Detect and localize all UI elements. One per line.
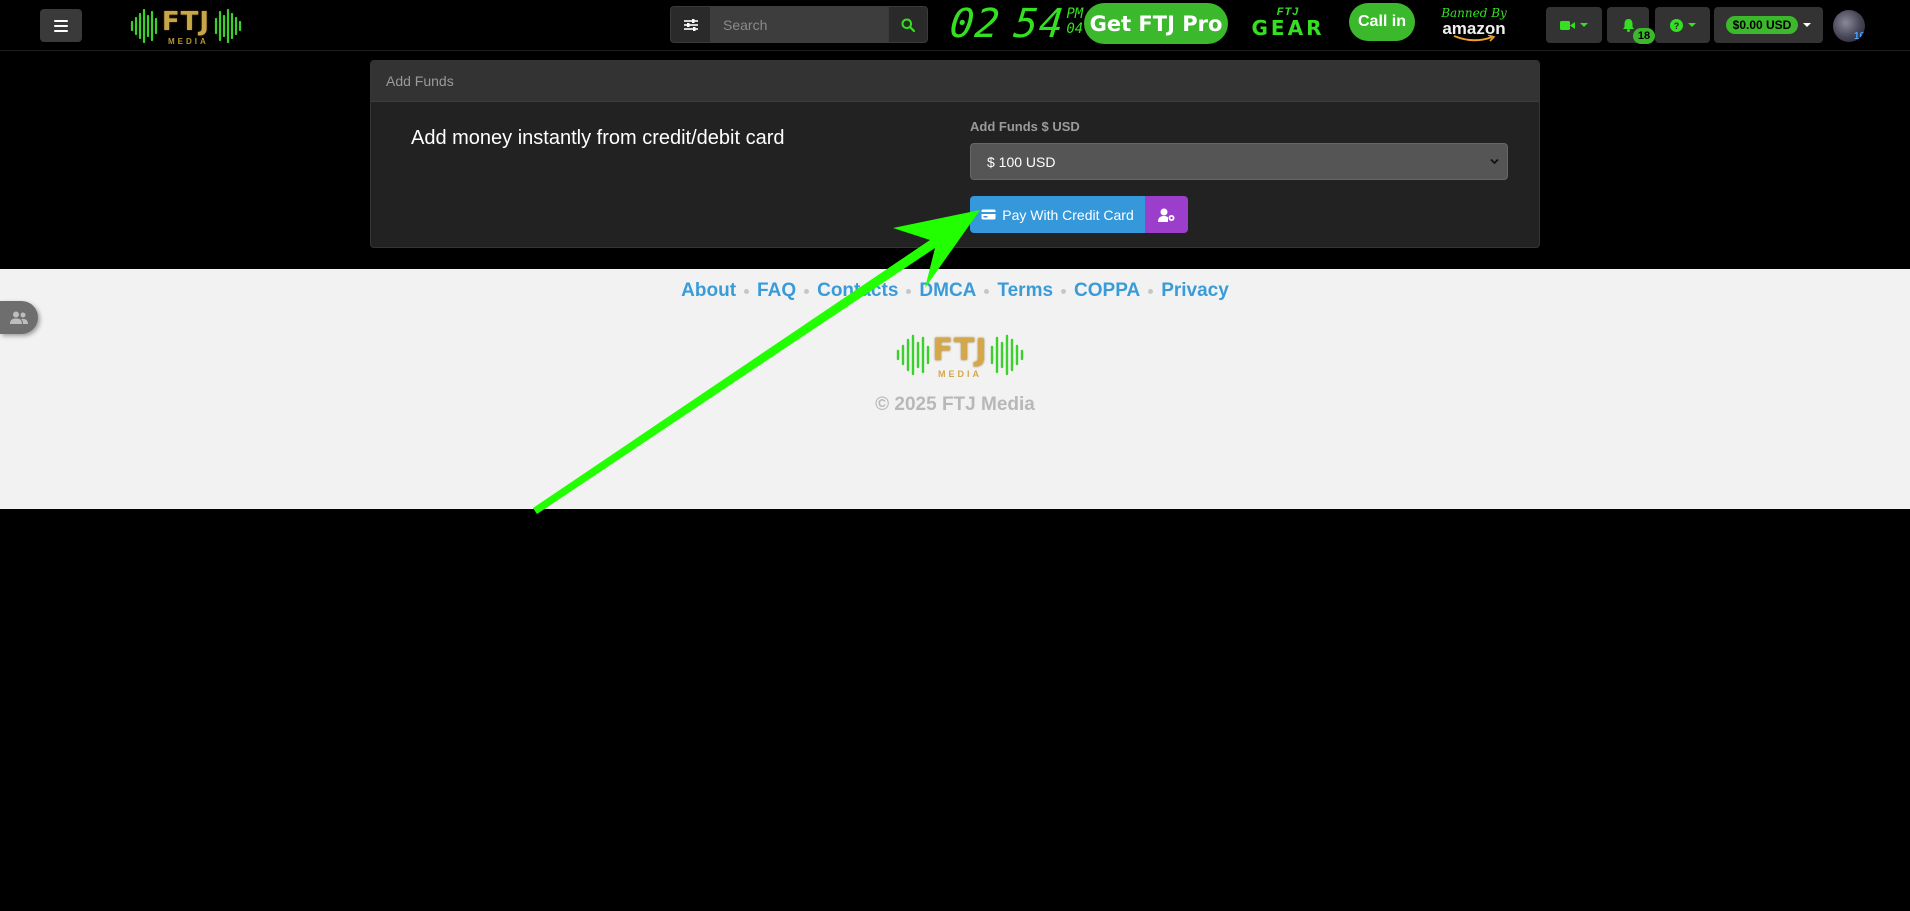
separator-dot	[906, 288, 912, 294]
search-input[interactable]	[710, 6, 888, 43]
svg-text:?: ?	[1673, 21, 1679, 31]
ftj-gear-link[interactable]: FTJ GEAR	[1242, 6, 1334, 42]
pay-with-credit-card-button[interactable]: Pay With Credit Card	[970, 196, 1145, 233]
chevron-down-icon	[1490, 158, 1499, 165]
footer-link-faq[interactable]: FAQ	[757, 280, 796, 302]
top-navbar: FTJ MEDIA 02 54 PM 04 Get FTJ Pro FTJ GE…	[0, 0, 1910, 51]
separator-dot	[1148, 288, 1154, 294]
credit-card-icon	[981, 209, 996, 220]
site-logo[interactable]: FTJ MEDIA	[130, 4, 242, 48]
separator-dot	[1061, 288, 1067, 294]
call-in-button[interactable]: Call in	[1349, 3, 1415, 41]
search-filter-button[interactable]	[670, 6, 710, 43]
footer-link-privacy[interactable]: Privacy	[1161, 280, 1229, 302]
hamburger-icon	[54, 19, 68, 32]
question-icon: ?	[1669, 18, 1683, 32]
wallet-balance: $0.00 USD	[1725, 16, 1799, 34]
copyright-text: © 2025 FTJ Media	[875, 394, 1035, 415]
logo-subtext: MEDIA	[168, 37, 209, 46]
footer-link-terms[interactable]: Terms	[997, 280, 1053, 302]
sliders-icon	[683, 18, 698, 31]
clock-minutes: 54	[1011, 1, 1067, 47]
gear-logo-bottom: GEAR	[1251, 16, 1325, 40]
clock-ampm: PM	[1066, 6, 1084, 22]
amazon-wordmark: amazon	[1442, 19, 1506, 38]
get-pro-button[interactable]: Get FTJ Pro	[1084, 3, 1228, 44]
panel-title: Add Funds	[371, 61, 1539, 102]
footer-link-dmca[interactable]: DMCA	[919, 280, 976, 302]
video-dropdown[interactable]	[1546, 7, 1602, 43]
footer-link-contacts[interactable]: Contacts	[817, 280, 898, 302]
footer-link-about[interactable]: About	[681, 280, 736, 302]
digital-clock: 02 54 PM 04	[947, 1, 1084, 47]
separator-dot	[804, 288, 810, 294]
chevron-down-icon	[1687, 23, 1696, 27]
chevron-down-icon	[1580, 23, 1588, 27]
separator-dot	[744, 288, 750, 294]
pay-button-label: Pay With Credit Card	[1002, 206, 1134, 223]
amount-label: Add Funds $ USD	[970, 119, 1080, 134]
footer-logo-text: FTJ	[932, 333, 988, 368]
logo-text: FTJ	[161, 7, 211, 37]
separator-dot	[984, 288, 990, 294]
help-dropdown[interactable]: ?	[1655, 7, 1710, 43]
clock-hours: 02	[947, 1, 1003, 47]
amazon-tagline: Banned By	[1441, 6, 1507, 20]
video-camera-icon	[1560, 20, 1575, 30]
panel-lead-text: Add money instantly from credit/debit ca…	[411, 127, 785, 149]
wallet-dropdown[interactable]: $0.00 USD	[1714, 7, 1823, 43]
users-icon	[10, 311, 28, 324]
amount-select[interactable]: $ 100 USD	[970, 143, 1508, 180]
user-avatar[interactable]: 16	[1833, 10, 1865, 42]
footer-logo: FTJ MEDIA	[895, 329, 1025, 381]
footer-link-coppa[interactable]: COPPA	[1074, 280, 1140, 302]
chevron-down-icon	[1803, 23, 1812, 27]
search-button[interactable]	[888, 6, 928, 43]
menu-button[interactable]	[40, 9, 82, 42]
search-icon	[901, 18, 915, 32]
avatar-level-badge: 16	[1853, 31, 1865, 42]
side-users-tab[interactable]	[0, 301, 38, 334]
notification-count-badge: 18	[1633, 28, 1655, 44]
amazon-link[interactable]: Banned By amazon	[1434, 6, 1514, 42]
payment-settings-button[interactable]	[1145, 196, 1188, 233]
add-funds-panel: Add Funds Add money instantly from credi…	[370, 60, 1540, 248]
user-gear-icon	[1157, 208, 1174, 222]
footer-links: About FAQ Contacts DMCA Terms COPPA Priv…	[0, 280, 1910, 302]
amount-selected-value: $ 100 USD	[987, 153, 1056, 170]
clock-seconds: 04	[1066, 21, 1084, 37]
search-bar	[670, 6, 928, 43]
footer-logo-subtext: MEDIA	[938, 369, 982, 379]
footer: About FAQ Contacts DMCA Terms COPPA Priv…	[0, 269, 1910, 509]
bell-icon	[1622, 19, 1634, 32]
notifications-button[interactable]: 18	[1607, 7, 1655, 44]
